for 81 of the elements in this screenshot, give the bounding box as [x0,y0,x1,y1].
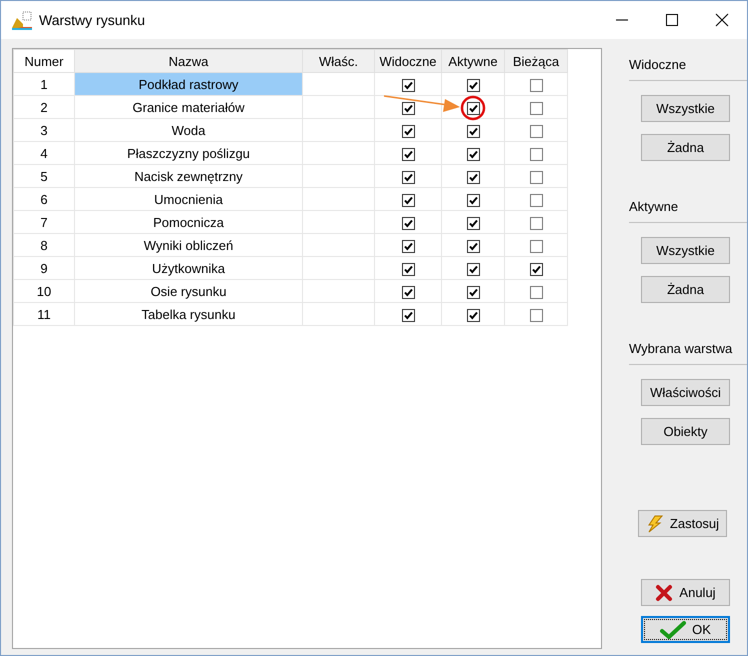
table-cell: 9 [14,256,74,280]
checkbox[interactable] [530,216,542,230]
group-label: Aktywne [629,199,680,216]
table-cell: 8 [14,234,74,256]
checkbox[interactable] [402,262,414,276]
checkbox[interactable] [530,262,542,276]
checkbox[interactable] [402,78,414,92]
app-icon [11,10,33,30]
checkbox[interactable] [466,78,480,92]
checkbox[interactable] [402,170,414,184]
checkbox[interactable] [466,124,480,138]
table-cell[interactable]: Pomocnicza [74,210,302,234]
checkbox[interactable] [530,148,542,161]
panel-button[interactable]: Wszystkie [641,95,730,122]
checkbox[interactable] [466,286,480,299]
checkbox[interactable] [402,148,414,161]
checkbox[interactable] [530,170,542,184]
checkbox[interactable] [530,308,542,322]
panel-button[interactable]: Żadna [641,134,730,161]
table-cell[interactable]: Osie rysunku [74,280,302,302]
table-cell[interactable]: Granice materiałów [74,96,302,118]
table-cell[interactable]: Podkład rastrowy [74,72,302,96]
group-label: Widoczne [629,57,688,74]
checkbox[interactable] [402,216,414,230]
cancel-button[interactable]: Anuluj [641,579,730,606]
table-cell[interactable]: Umocnienia [74,188,302,210]
checkbox[interactable] [530,286,542,299]
checkbox[interactable] [402,102,414,115]
checkbox[interactable] [466,262,480,276]
table-cell: 2 [14,96,74,118]
checkbox[interactable] [466,216,480,230]
checkbox[interactable] [466,308,480,322]
table-cell: 4 [14,142,74,164]
checkbox[interactable] [530,124,542,138]
table-cell[interactable]: Wyniki obliczeń [74,234,302,256]
table-cell[interactable]: Nacisk zewnętrzny [74,164,302,188]
checkbox[interactable] [530,240,542,253]
column-header[interactable]: Numer [14,50,74,72]
cross-icon [655,584,674,602]
panel-button[interactable]: Obiekty [641,418,730,445]
checkbox[interactable] [466,170,480,184]
table-cell: 3 [14,118,74,142]
table-cell: 6 [14,188,74,210]
table-cell: 11 [14,302,74,326]
column-header[interactable]: Właśc. [302,50,374,72]
group-label: Wybrana warstwa [629,341,734,358]
panel-button[interactable]: Żadna [641,276,730,303]
checkbox[interactable] [466,240,480,253]
column-header[interactable]: Aktywne [442,50,504,72]
checkbox[interactable] [402,308,414,322]
apply-button[interactable]: Zastosuj [638,510,727,537]
checkbox[interactable] [402,194,414,207]
ok-button[interactable]: OK [641,616,730,643]
checkbox[interactable] [466,194,480,207]
table-cell[interactable]: Płaszczyzny poślizgu [74,142,302,164]
checkbox[interactable] [466,102,480,115]
checkbox[interactable] [466,148,480,161]
table-cell[interactable]: Woda [74,118,302,142]
table-cell: 5 [14,164,74,188]
lightning-icon [646,514,664,532]
checkbox[interactable] [530,78,542,92]
checkbox[interactable] [402,286,414,299]
checkbox[interactable] [402,124,414,138]
table-cell[interactable]: Użytkownika [74,256,302,280]
table-cell: 1 [14,72,74,96]
annotation-circle [460,96,486,120]
column-header[interactable]: Bieżąca [504,50,568,72]
close-icon[interactable] [715,13,729,27]
checkbox[interactable] [530,194,542,207]
checkbox[interactable] [402,240,414,253]
panel-button[interactable]: Właściwości [641,379,730,406]
panel-button[interactable]: Wszystkie [641,237,730,264]
table-cell: 10 [14,280,74,302]
checkmark-icon [660,620,686,638]
checkbox[interactable] [530,102,542,115]
table-cell[interactable]: Tabelka rysunku [74,302,302,326]
maximize-icon[interactable] [665,13,679,27]
window-title: Warstwy rysunku [39,12,146,28]
column-header[interactable]: Widoczne [374,50,442,72]
table-cell: 7 [14,210,74,234]
column-header[interactable]: Nazwa [74,50,302,72]
